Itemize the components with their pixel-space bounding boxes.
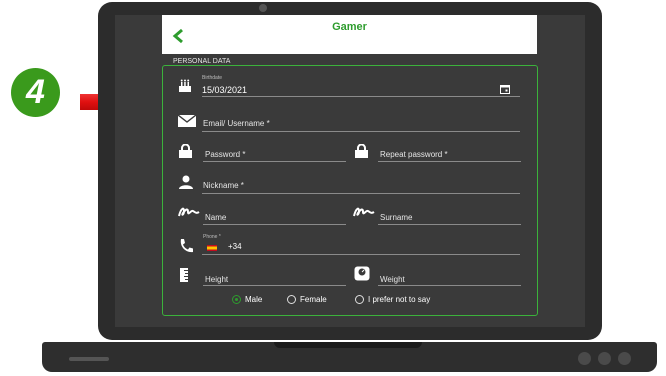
nickname-label: Nickname * [203,181,244,190]
repeat-password-label: Repeat password * [380,150,448,159]
height-field[interactable]: Height [203,268,346,286]
password-label: Password * [205,150,246,159]
laptop-button [598,352,611,365]
birthdate-field[interactable]: Birthdate 15/03/2021 [202,75,520,97]
repeat-password-field[interactable]: Repeat password * [378,145,521,162]
weight-label: Weight [380,275,405,284]
surname-field[interactable]: Surname [378,207,521,225]
email-label: Email/ Username * [203,119,270,128]
name-field[interactable]: Name [203,207,346,225]
email-field[interactable]: Email/ Username * [202,114,520,132]
gender-option-male[interactable]: Male [232,295,262,304]
phone-country-code: +34 [228,242,242,251]
gender-label: Female [300,295,327,304]
password-field[interactable]: Password * [203,145,346,162]
person-icon [179,175,193,189]
app-header: Gamer [162,15,537,54]
birthdate-label: Birthdate [202,75,223,81]
step-number-badge: 4 [11,68,60,117]
lock-icon [179,144,192,158]
radio-button[interactable] [287,295,296,304]
nickname-field[interactable]: Nickname * [202,176,520,194]
name-label: Name [205,213,227,222]
calendar-icon[interactable] [500,84,510,94]
birthday-cake-icon [179,79,191,92]
height-label: Height [205,275,229,284]
surname-label: Surname [380,213,413,222]
laptop-camera [259,4,267,12]
section-title: PERSONAL DATA [170,58,234,65]
spain-flag-icon[interactable] [207,245,217,251]
gender-label: Male [245,295,263,304]
signature-icon [178,207,200,217]
signature-icon [353,207,375,217]
radio-button[interactable] [355,295,364,304]
birthdate-value: 15/03/2021 [202,85,248,95]
phone-field[interactable]: Phone * +34 [202,234,520,255]
laptop-notch [274,342,422,348]
gender-option-not-say[interactable]: I prefer not to say [355,295,430,304]
weight-field[interactable]: Weight [378,268,521,286]
gender-option-female[interactable]: Female [287,295,327,304]
page-title: Gamer [332,21,367,33]
phone-label: Phone * [203,234,221,240]
envelope-icon [178,115,196,127]
laptop-button [578,352,591,365]
ruler-icon [180,268,188,282]
laptop-button [618,352,631,365]
gender-label: I prefer not to say [368,295,431,304]
radio-button-selected[interactable] [232,295,241,304]
laptop-slot [69,357,109,361]
scale-icon [354,266,370,281]
lock-icon [355,144,368,158]
phone-icon [180,239,193,253]
